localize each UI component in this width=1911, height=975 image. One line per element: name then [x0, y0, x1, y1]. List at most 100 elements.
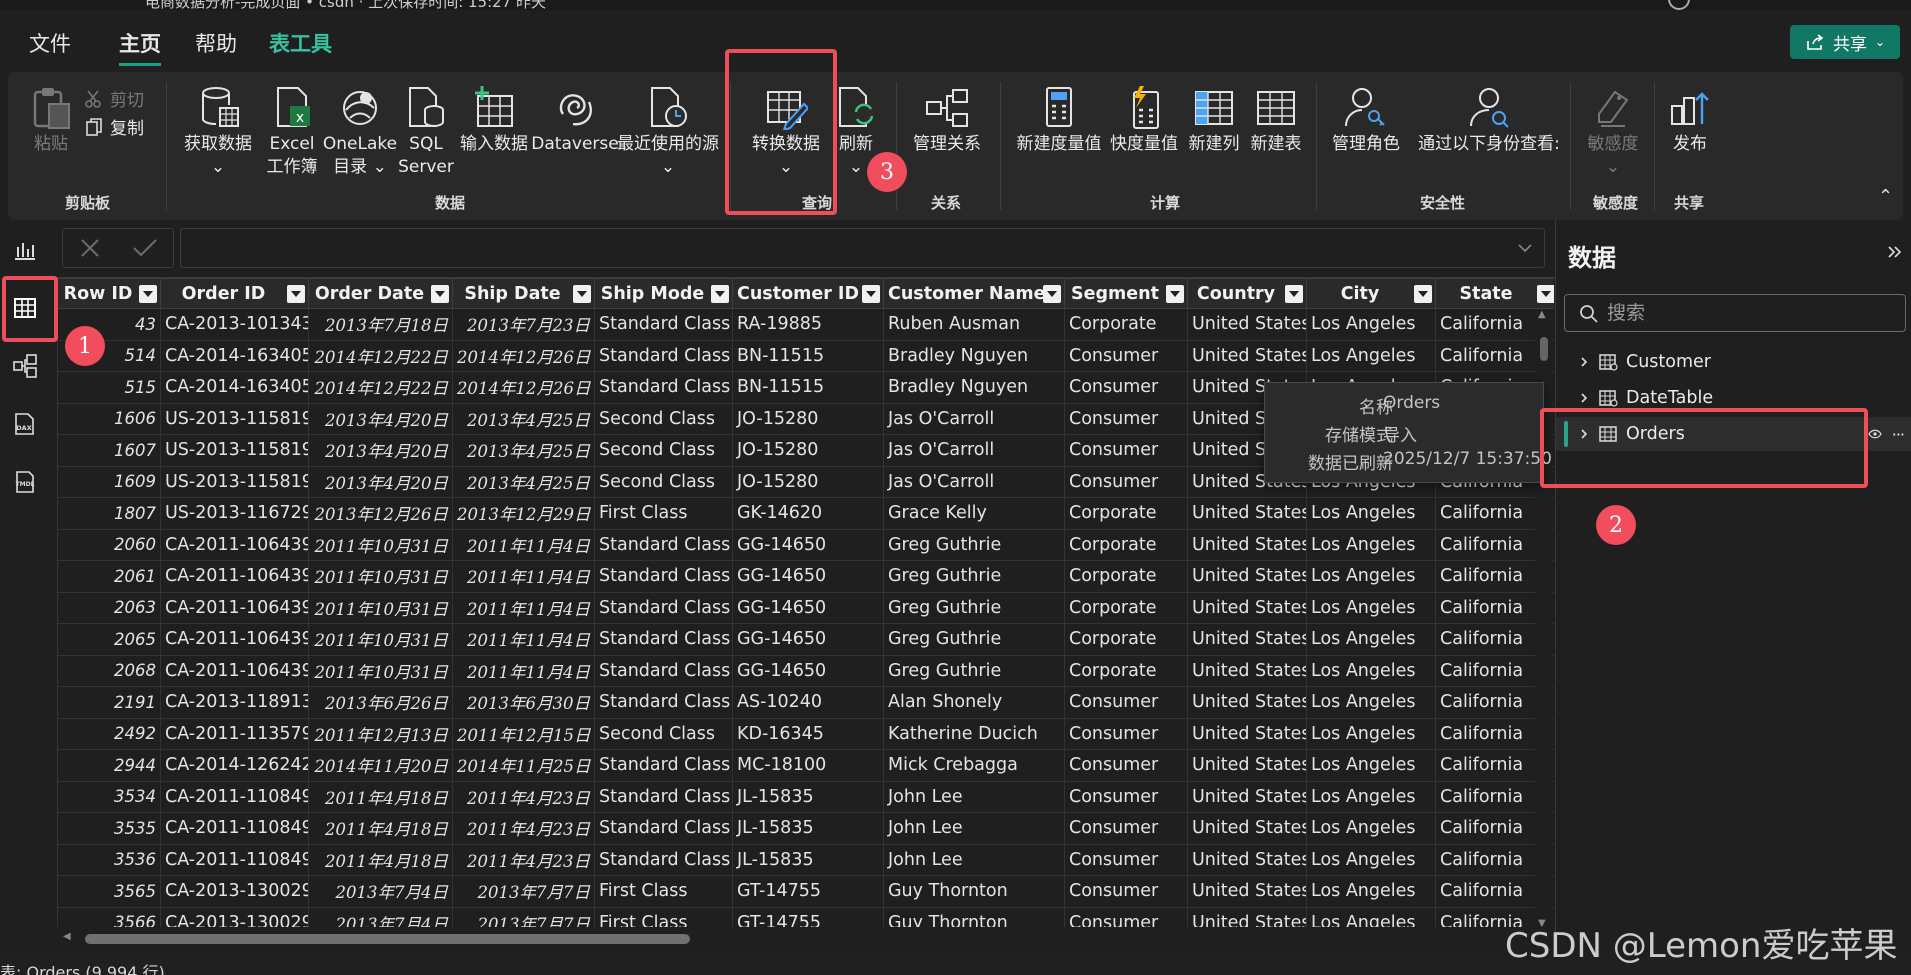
table-cell[interactable]: 2011年10月31日 [308, 623, 453, 656]
table-cell[interactable]: Ruben Ausman [883, 308, 1065, 341]
table-cell[interactable]: Standard Class [594, 339, 733, 372]
table-cell[interactable]: Greg Guthrie [883, 528, 1065, 561]
table-cell[interactable]: United States [1187, 339, 1307, 372]
table-cell[interactable]: Consumer [1064, 339, 1188, 372]
table-cell[interactable]: Consumer [1064, 465, 1188, 498]
table-cell[interactable]: BN-11515 [732, 339, 884, 372]
tmdl-view-button[interactable]: TMDL [7, 464, 43, 500]
table-cell[interactable]: AS-10240 [732, 686, 884, 719]
table-cell[interactable]: CA-2014-126242 [160, 749, 309, 782]
table-cell[interactable]: 2011年10月31日 [308, 591, 453, 624]
table-cell[interactable]: 2013年4月20日 [308, 402, 453, 435]
scroll-left-icon[interactable]: ◀ [63, 931, 71, 942]
get-data-button[interactable]: 获取数据 ⌄ [180, 80, 256, 178]
table-cell[interactable]: Los Angeles [1306, 749, 1436, 782]
table-cell[interactable]: 2013年6月30日 [452, 686, 595, 719]
table-cell[interactable]: United States [1187, 560, 1307, 593]
table-cell[interactable]: 2014年12月22日 [308, 339, 453, 372]
table-cell[interactable]: Corporate [1064, 623, 1188, 656]
table-cell[interactable]: Los Angeles [1306, 780, 1436, 813]
chevron-right-icon[interactable] [1578, 428, 1590, 440]
table-cell[interactable]: 2013年7月18日 [308, 308, 453, 341]
new-table-button[interactable]: 新建表 [1246, 80, 1306, 156]
table-cell[interactable]: 2011年10月31日 [308, 528, 453, 561]
table-cell[interactable]: Corporate [1064, 591, 1188, 624]
table-cell[interactable]: Corporate [1064, 560, 1188, 593]
table-cell[interactable]: 2011年11月4日 [452, 591, 595, 624]
table-cell[interactable]: 2011年12月15日 [452, 717, 595, 750]
table-cell[interactable]: BN-11515 [732, 371, 884, 404]
table-cell[interactable]: 2014年12月26日 [452, 339, 595, 372]
table-cell[interactable]: 2061 [57, 560, 161, 593]
cut-button[interactable]: 剪切 [84, 86, 144, 111]
table-cell[interactable]: 2011年4月18日 [308, 780, 453, 813]
table-cell[interactable]: GG-14650 [732, 623, 884, 656]
table-cell[interactable]: 2011年11月4日 [452, 560, 595, 593]
filter-dropdown-icon[interactable] [287, 285, 305, 303]
table-cell[interactable]: Los Angeles [1306, 623, 1436, 656]
table-cell[interactable]: CA-2011-106439 [160, 560, 309, 593]
search-input[interactable] [1607, 299, 1897, 327]
table-cell[interactable]: 2063 [57, 591, 161, 624]
scroll-up-icon[interactable]: ▲ [1538, 309, 1546, 320]
table-cell[interactable]: JO-15280 [732, 402, 884, 435]
column-header[interactable]: Ship Mode [594, 278, 733, 309]
onelake-catalog-button[interactable]: OneLake 目录 ⌄ [323, 80, 397, 178]
table-cell[interactable]: Katherine Ducich [883, 717, 1065, 750]
table-cell[interactable]: 2013年7月7日 [452, 875, 595, 908]
view-as-button[interactable]: 通过以下身份查看: [1414, 80, 1564, 156]
cancel-formula-icon[interactable] [79, 237, 101, 259]
table-cell[interactable]: Alan Shonely [883, 686, 1065, 719]
table-cell[interactable]: Consumer [1064, 717, 1188, 750]
table-cell[interactable]: Standard Class [594, 308, 733, 341]
table-cell[interactable]: John Lee [883, 843, 1065, 876]
table-cell[interactable]: 2065 [57, 623, 161, 656]
table-cell[interactable]: 3535 [57, 812, 161, 845]
table-cell[interactable]: Greg Guthrie [883, 623, 1065, 656]
table-cell[interactable]: Standard Class [594, 528, 733, 561]
table-cell[interactable]: MC-18100 [732, 749, 884, 782]
manage-relationships-button[interactable]: 管理关系 [908, 80, 986, 156]
table-cell[interactable]: 2013年7月4日 [308, 875, 453, 908]
table-cell[interactable]: John Lee [883, 780, 1065, 813]
table-cell[interactable]: United States [1187, 780, 1307, 813]
table-cell[interactable]: CA-2011-110849 [160, 780, 309, 813]
column-header[interactable]: State [1435, 278, 1554, 309]
table-cell[interactable]: CA-2011-106439 [160, 623, 309, 656]
table-cell[interactable]: Los Angeles [1306, 339, 1436, 372]
table-cell[interactable]: 2060 [57, 528, 161, 561]
table-cell[interactable]: United States [1187, 623, 1307, 656]
table-cell[interactable]: 2013年12月29日 [452, 497, 595, 530]
table-cell[interactable]: 3536 [57, 843, 161, 876]
table-cell[interactable]: Jas O'Carroll [883, 434, 1065, 467]
table-cell[interactable]: 2011年11月4日 [452, 528, 595, 561]
table-cell[interactable]: Guy Thornton [883, 875, 1065, 908]
tree-item-orders[interactable]: Orders ··· [1556, 417, 1911, 451]
table-cell[interactable]: 3534 [57, 780, 161, 813]
table-cell[interactable]: Guy Thornton [883, 906, 1065, 927]
table-cell[interactable]: 2013年12月26日 [308, 497, 453, 530]
horizontal-scroll-thumb[interactable] [85, 934, 690, 944]
table-cell[interactable]: GG-14650 [732, 591, 884, 624]
table-cell[interactable]: 2014年12月26日 [452, 371, 595, 404]
sensitivity-button[interactable]: 敏感度 ⌄ [1582, 80, 1644, 178]
table-cell[interactable]: US-2013-116729 [160, 497, 309, 530]
table-cell[interactable]: Corporate [1064, 308, 1188, 341]
table-cell[interactable]: Standard Class [594, 654, 733, 687]
table-cell[interactable]: Second Class [594, 465, 733, 498]
excel-workbook-button[interactable]: x Excel 工作簿 [264, 80, 320, 178]
column-header[interactable]: Customer Name [883, 278, 1065, 309]
formula-input[interactable] [180, 228, 1545, 268]
filter-dropdown-icon[interactable] [573, 285, 591, 303]
recent-sources-button[interactable]: 最近使用的源 ⌄ [612, 80, 724, 178]
table-cell[interactable]: Mick Crebagga [883, 749, 1065, 782]
table-cell[interactable]: Standard Class [594, 843, 733, 876]
more-options-icon[interactable]: ··· [1892, 425, 1905, 444]
table-cell[interactable]: 2014年12月22日 [308, 371, 453, 404]
horizontal-scrollbar[interactable]: ◀ [57, 928, 1535, 948]
vertical-scroll-thumb[interactable] [1540, 337, 1548, 361]
copy-button[interactable]: 复制 [84, 114, 144, 139]
table-cell[interactable]: JO-15280 [732, 465, 884, 498]
table-cell[interactable]: Los Angeles [1306, 906, 1436, 927]
table-cell[interactable]: CA-2013-130029 [160, 875, 309, 908]
